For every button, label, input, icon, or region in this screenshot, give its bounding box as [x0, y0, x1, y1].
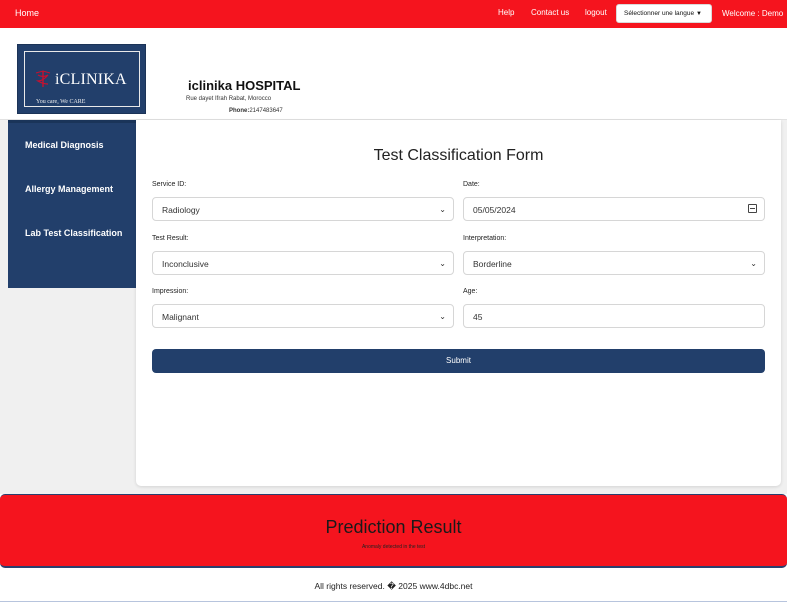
date-input[interactable]: 05/05/2024 — [463, 197, 765, 221]
sidebar-item-medical-diagnosis[interactable]: Medical Diagnosis — [25, 140, 104, 150]
contact-link[interactable]: Contact us — [531, 8, 569, 17]
test-result-select[interactable]: Inconclusive ⌄ — [152, 251, 454, 275]
chevron-down-icon: ⌄ — [439, 205, 446, 214]
main-area: Medical Diagnosis Allergy Management Lab… — [0, 120, 787, 494]
chevron-down-icon: ⌄ — [439, 312, 446, 321]
impression-select[interactable]: Malignant ⌄ — [152, 304, 454, 328]
sidebar: Medical Diagnosis Allergy Management Lab… — [8, 120, 136, 288]
interpretation-value: Borderline — [473, 259, 512, 269]
impression-value: Malignant — [162, 312, 199, 322]
service-id-select[interactable]: Radiology ⌄ — [152, 197, 454, 221]
footer-copyright: All rights reserved. � 2025 www.4dbc.net — [314, 581, 473, 591]
caduceus-icon — [35, 70, 51, 87]
service-id-label: Service ID: — [152, 181, 187, 188]
home-link[interactable]: Home — [15, 8, 39, 18]
date-value: 05/05/2024 — [473, 205, 516, 215]
prediction-result-title: Prediction Result — [325, 517, 462, 537]
chevron-down-icon: ⌄ — [750, 259, 757, 268]
hospital-phone: Phone:2147483647 — [229, 108, 283, 114]
test-result-label: Test Result: — [152, 235, 189, 242]
calendar-icon[interactable] — [748, 204, 757, 213]
phone-value: 2147483647 — [249, 108, 283, 114]
logo-brand: iCLINIKA — [55, 71, 127, 88]
hospital-address: Rue dayet Ifrah Rabat, Morocco — [186, 96, 272, 102]
welcome-text: Welcome : Demo — [722, 9, 784, 18]
test-result-value: Inconclusive — [162, 259, 209, 269]
logout-link[interactable]: logout — [585, 8, 607, 17]
sidebar-item-lab-test-classification[interactable]: Lab Test Classification — [25, 228, 122, 238]
page-footer: All rights reserved. � 2025 www.4dbc.net — [0, 568, 787, 602]
phone-label: Phone: — [229, 108, 250, 114]
interpretation-select[interactable]: Borderline ⌄ — [463, 251, 765, 275]
form-card: Test Classification Form Service ID: Rad… — [136, 120, 781, 486]
interpretation-label: Interpretation: — [463, 235, 507, 242]
hospital-name: iclinika HOSPITAL — [188, 78, 301, 93]
triangle-down-icon: ▼ — [695, 11, 702, 17]
impression-label: Impression: — [152, 288, 189, 295]
age-value: 45 — [473, 312, 483, 322]
top-navbar: Home Help Contact us logout Sélectionner… — [0, 0, 787, 28]
help-link[interactable]: Help — [498, 8, 514, 17]
service-id-value: Radiology — [162, 205, 200, 215]
page-header: iCLINIKA You care, We CARE iclinika HOSP… — [0, 28, 787, 120]
sidebar-item-allergy-management[interactable]: Allergy Management — [25, 184, 113, 194]
hospital-logo[interactable]: iCLINIKA You care, We CARE — [17, 44, 146, 114]
age-label: Age: — [463, 288, 478, 295]
language-select[interactable]: Sélectionner une langue ▼ — [616, 4, 712, 23]
form-title: Test Classification Form — [373, 147, 544, 164]
age-input[interactable]: 45 — [463, 304, 765, 328]
logo-tagline: You care, We CARE — [34, 99, 88, 105]
submit-button[interactable]: Submit — [152, 349, 765, 373]
chevron-down-icon: ⌄ — [439, 259, 446, 268]
date-label: Date: — [463, 181, 480, 188]
prediction-result-banner: Prediction Result Anomaly detected in th… — [0, 494, 787, 568]
prediction-result-message: Anomaly detected in the test — [361, 544, 426, 550]
language-select-label: Sélectionner une langue — [624, 10, 695, 17]
